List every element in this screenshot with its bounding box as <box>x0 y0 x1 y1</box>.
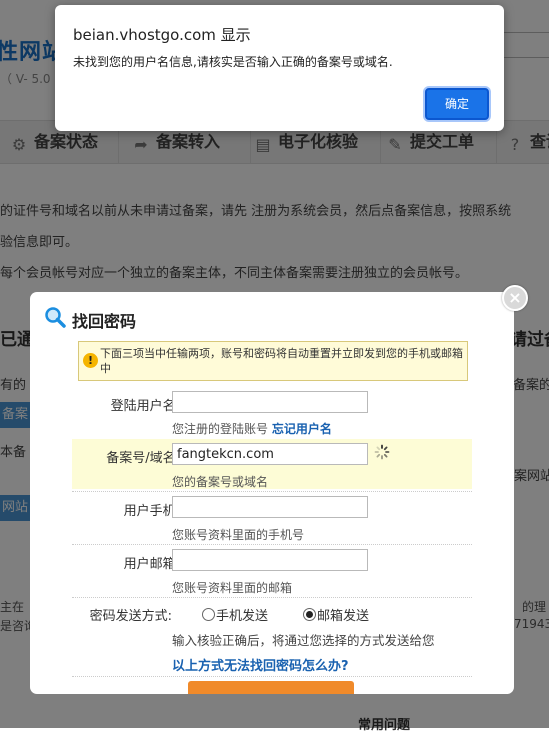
submit-button[interactable] <box>188 681 354 694</box>
forgot-username-link[interactable]: 忘记用户名 <box>272 422 332 436</box>
radio-phone[interactable] <box>202 608 215 621</box>
send-option-phone-label: 手机发送 <box>216 609 269 624</box>
phone-label: 用户手机: <box>123 504 180 519</box>
send-option-email-label: 邮箱发送 <box>317 609 370 624</box>
domain-hint: 您的备案号或域名 <box>172 475 269 489</box>
send-method-label: 密码发送方式: <box>89 609 172 624</box>
dialog-title: 找回密码 <box>72 312 137 331</box>
phone-input[interactable] <box>172 496 368 518</box>
email-hint: 您账号资料里面的邮箱 <box>172 581 293 595</box>
tip-box: ! 下面三项当中任输两项，账号和密码将自动重置并立即发到您的手机或邮箱中 <box>78 341 468 381</box>
alert-message: 未找到您的用户名信息,请核实是否输入正确的备案号或域名. <box>73 55 393 69</box>
send-note: 输入核验正确后，将通过您选择的方式发送给您 <box>172 633 435 648</box>
divider <box>72 597 472 598</box>
send-option-phone[interactable]: 手机发送 <box>202 605 268 624</box>
email-input[interactable] <box>172 549 368 571</box>
divider <box>72 676 472 677</box>
phone-hint: 您账号资料里面的手机号 <box>172 528 305 542</box>
username-label: 登陆用户名: <box>110 399 180 414</box>
browser-alert-dialog: beian.vhostgo.com 显示 未找到您的用户名信息,请核实是否输入正… <box>55 5 504 131</box>
username-hint: 您注册的登陆账号 忘记用户名 <box>172 420 332 437</box>
domain-label: 备案号/域名: <box>106 451 180 466</box>
alert-title: beian.vhostgo.com 显示 <box>73 26 251 44</box>
radio-email[interactable] <box>303 608 316 621</box>
loading-spinner-icon <box>374 444 390 460</box>
recover-password-dialog: 找回密码 ! 下面三项当中任输两项，账号和密码将自动重置并立即发到您的手机或邮箱… <box>30 292 514 694</box>
email-label: 用户邮箱: <box>123 557 180 572</box>
help-recover-link[interactable]: 以上方式无法找回密码怎么办? <box>172 655 349 674</box>
ok-button[interactable]: 确定 <box>425 88 489 120</box>
username-input[interactable] <box>172 391 368 413</box>
warning-icon: ! <box>83 353 98 368</box>
domain-input[interactable] <box>172 443 368 465</box>
close-icon[interactable]: × <box>502 285 528 311</box>
divider <box>72 491 472 492</box>
send-option-email[interactable]: 邮箱发送 <box>303 605 369 624</box>
search-icon <box>45 307 66 328</box>
tip-text: 下面三项当中任输两项，账号和密码将自动重置并立即发到您的手机或邮箱中 <box>100 347 463 375</box>
divider <box>72 544 472 545</box>
username-hint-text: 您注册的登陆账号 <box>172 422 269 436</box>
